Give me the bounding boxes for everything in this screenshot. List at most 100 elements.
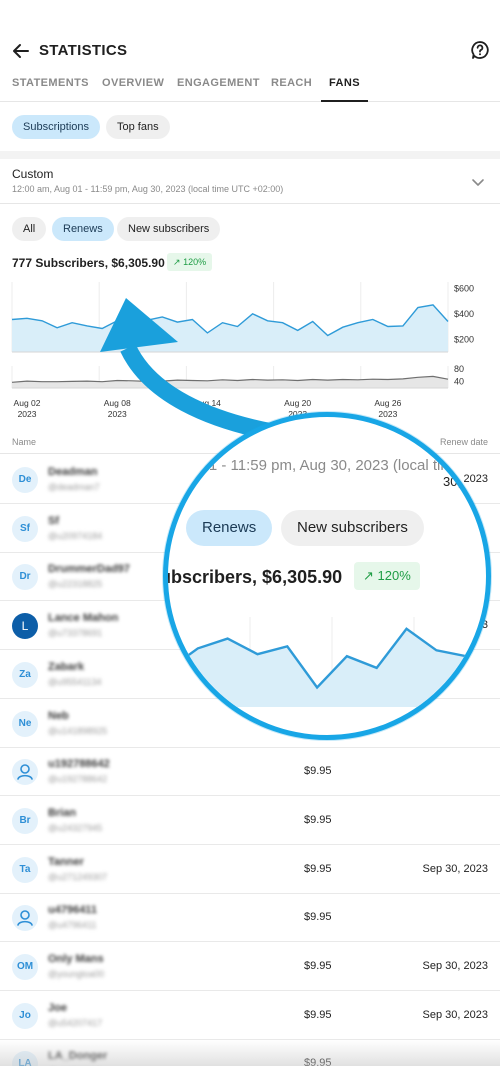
arrow-left-icon[interactable] bbox=[10, 40, 32, 62]
range-subtitle: 12:00 am, Aug 01 - 11:59 pm, Aug 30, 202… bbox=[12, 184, 284, 194]
fan-row[interactable]: Br Brian @u24327945 $9.95 bbox=[0, 796, 500, 845]
tab-bar: STATEMENTS OVERVIEW ENGAGEMENT REACH FAN… bbox=[0, 74, 500, 102]
tab-reach[interactable]: REACH bbox=[271, 74, 312, 102]
help-circle-icon[interactable] bbox=[470, 40, 490, 60]
subtab-subscriptions[interactable]: Subscriptions bbox=[12, 115, 101, 139]
fan-name[interactable]: Brian bbox=[48, 807, 76, 819]
fan-handle: @u271249307 bbox=[48, 871, 108, 882]
tab-overview[interactable]: OVERVIEW bbox=[102, 74, 164, 102]
fan-handle: @u73378691 bbox=[48, 628, 103, 639]
fan-name[interactable]: Only Mans bbox=[48, 953, 104, 965]
y-tick-label: $400 bbox=[454, 309, 474, 319]
user-icon bbox=[17, 764, 33, 780]
fan-handle: @u192788642 bbox=[48, 774, 108, 785]
fan-name[interactable]: Joe bbox=[48, 1002, 67, 1014]
fan-handle: @youngtoa00 bbox=[48, 969, 105, 979]
tab-fans[interactable]: FANS bbox=[321, 74, 368, 102]
y-tick-label: $200 bbox=[454, 334, 474, 344]
app-header: STATISTICS STATEMENTS OVERVIEW ENGAGEMEN… bbox=[0, 0, 500, 102]
tab-statements[interactable]: STATEMENTS bbox=[12, 74, 89, 102]
fan-name[interactable]: Sf bbox=[48, 515, 59, 527]
avatar[interactable]: Sf bbox=[12, 515, 38, 542]
magnified-renew-date: 30, 2023 bbox=[443, 474, 491, 489]
fan-renew-date: Sep 30, 2023 bbox=[422, 862, 488, 875]
user-icon bbox=[17, 910, 33, 927]
avatar[interactable]: De bbox=[12, 467, 38, 493]
fan-row[interactable]: OM Only Mans @youngtoa00 $9.95 Sep 30, 2023 bbox=[0, 942, 500, 991]
magnified-summary: ubscribers, $6,305.90 bbox=[163, 567, 343, 587]
tab-engagement[interactable]: ENGAGEMENT bbox=[177, 74, 260, 102]
earnings-chart: $600 $400 $200 80 40 Aug 02 2023 Aug 08 2023 Aug … bbox=[0, 274, 500, 424]
fan-price: $9.95 bbox=[304, 862, 332, 875]
fan-name[interactable]: u192788642 bbox=[48, 758, 110, 770]
fan-handle: @u20974184 bbox=[48, 530, 103, 541]
fan-name[interactable]: Lance Mahon bbox=[48, 612, 118, 624]
series-area-small bbox=[12, 376, 448, 388]
subtab-top-fans[interactable]: Top fans bbox=[106, 115, 170, 139]
fan-price: $9.95 bbox=[304, 911, 332, 924]
chevron-down-icon bbox=[472, 179, 484, 186]
bottom-fade bbox=[0, 1040, 500, 1066]
avatar[interactable]: Ne bbox=[12, 710, 38, 737]
avatar[interactable]: OM bbox=[12, 954, 38, 980]
fan-row[interactable]: Jo Joe @u54207417 $9.95 Sep 30, 2023 bbox=[0, 991, 500, 1040]
y-tick-label: 80 bbox=[454, 364, 464, 374]
magnified-new-subscribers-chip: New subscribers bbox=[281, 510, 424, 546]
fan-price: $9.95 bbox=[304, 813, 332, 826]
growth-value: 120% bbox=[183, 257, 207, 267]
page-title: STATISTICS bbox=[39, 42, 128, 59]
fan-name[interactable]: Deadman bbox=[48, 466, 98, 478]
y-tick-label: $600 bbox=[454, 283, 474, 293]
avatar[interactable]: Ta bbox=[12, 856, 38, 883]
x-tick-year: 2023 bbox=[108, 409, 127, 419]
range-title: Custom bbox=[12, 167, 54, 181]
avatar[interactable] bbox=[12, 759, 38, 786]
fan-handle: @deadman7 bbox=[48, 482, 100, 492]
fan-renew-date: Sep 30, 2023 bbox=[422, 960, 488, 972]
fan-name[interactable]: Tanner bbox=[48, 856, 84, 868]
x-tick-label: Aug 08 bbox=[104, 398, 131, 408]
series-area bbox=[12, 304, 448, 352]
magnified-series-area bbox=[168, 628, 486, 707]
avatar[interactable]: Za bbox=[12, 661, 38, 688]
fan-row[interactable]: u192788642 @u192788642 $9.95 bbox=[0, 747, 500, 797]
x-tick-year: 2023 bbox=[18, 409, 37, 419]
x-tick-label: Aug 14 bbox=[194, 398, 221, 408]
fan-handle: @u4796411 bbox=[48, 920, 97, 931]
filter-all[interactable]: All bbox=[12, 217, 47, 241]
fan-handle: @u95541134 bbox=[48, 676, 102, 687]
section-divider bbox=[0, 151, 500, 159]
fan-handle: @u24327945 bbox=[48, 822, 103, 833]
chart-svg: $600$400$2008040Aug 022023Aug 082023Aug … bbox=[11, 282, 474, 419]
filter-new-subscribers[interactable]: New subscribers bbox=[117, 217, 221, 241]
fan-name[interactable]: Neb bbox=[48, 710, 69, 722]
magnified-growth-badge: ↗ 120% bbox=[354, 562, 420, 590]
x-tick-label: Aug 02 bbox=[14, 398, 41, 408]
avatar[interactable]: L bbox=[12, 613, 38, 640]
magnified-renews-chip: Renews bbox=[186, 510, 273, 546]
avatar[interactable]: Dr bbox=[12, 564, 38, 591]
fan-row[interactable]: Ta Tanner @u271249307 $9.95 Sep 30, 2023 bbox=[0, 845, 500, 894]
avatar[interactable]: Jo bbox=[12, 1002, 38, 1029]
fan-price: $9.95 bbox=[304, 1008, 332, 1021]
avatar[interactable] bbox=[12, 905, 38, 932]
magnified-range-subtitle: g 01 - 11:59 pm, Aug 30, 2023 (local tim… bbox=[188, 457, 462, 474]
magnifier-callout: g 01 - 11:59 pm, Aug 30, 2023 (local tim… bbox=[163, 412, 491, 740]
column-name: Name bbox=[12, 437, 37, 447]
arrow-up-right-icon: ↗ bbox=[363, 568, 374, 583]
fan-row[interactable]: u4796411 @u4796411 $9.95 bbox=[0, 893, 500, 943]
fan-price: $9.95 bbox=[304, 960, 332, 972]
column-renew-date: Renew date bbox=[439, 437, 488, 447]
date-range-selector[interactable]: Custom 12:00 am, Aug 01 - 11:59 pm, Aug … bbox=[0, 160, 500, 204]
fan-price: $9.95 bbox=[304, 765, 332, 778]
avatar[interactable]: Br bbox=[12, 807, 38, 834]
fan-handle: @u22318825 bbox=[48, 579, 103, 590]
fan-name[interactable]: Zabark bbox=[48, 661, 84, 673]
y-tick-label: 40 bbox=[454, 377, 464, 387]
fan-name[interactable]: u4796411 bbox=[48, 904, 97, 916]
fan-name[interactable]: DrummerDad97 bbox=[48, 563, 130, 575]
subscribers-summary: 777 Subscribers, $6,305.90 bbox=[12, 256, 165, 270]
arrow-up-right-icon: ↗ bbox=[173, 257, 181, 267]
magnified-chart bbox=[168, 617, 486, 707]
filter-renews[interactable]: Renews bbox=[52, 217, 114, 241]
